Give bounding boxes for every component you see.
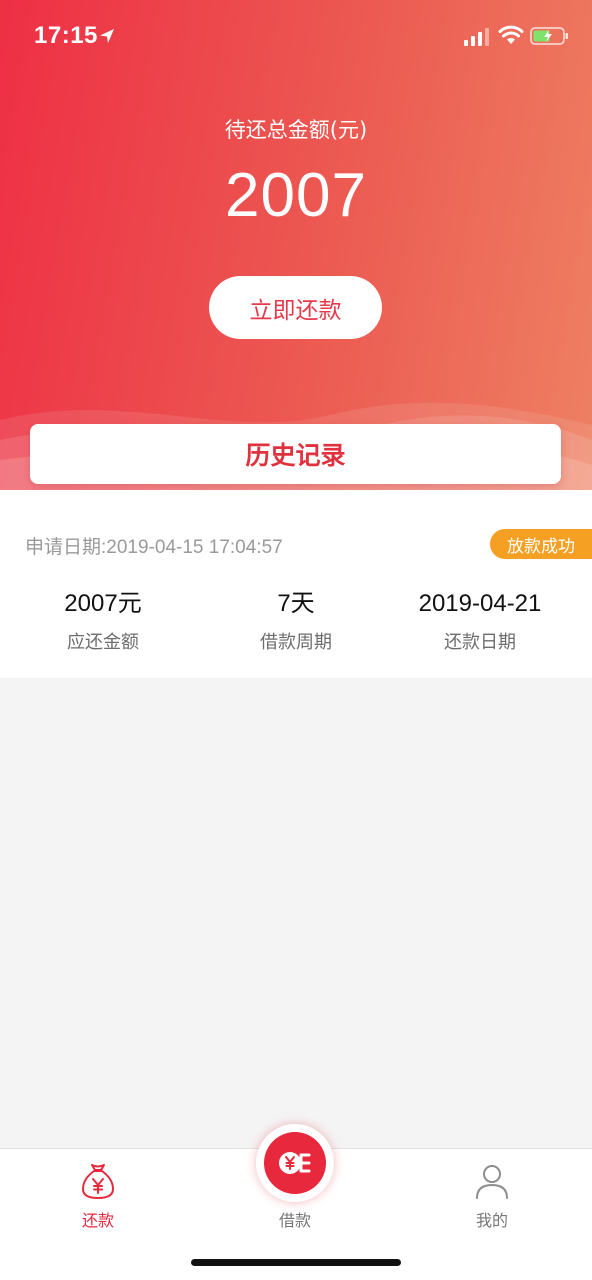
amount-due-label: 应还金额 [67, 632, 139, 653]
summary-header [0, 0, 592, 490]
apply-date-value: 2019-04-15 17:04:57 [106, 537, 283, 558]
status-time: 17:15 [34, 22, 98, 49]
tab-borrow-label: 借款 [278, 1211, 311, 1230]
tab-mine-label: 我的 [475, 1211, 508, 1230]
total-due-label: 待还总金额(元) [224, 118, 368, 142]
location-arrow-icon [100, 29, 114, 43]
apply-date: 申请日期:2019-04-15 17:04:57 [25, 532, 283, 559]
repay-date-value: 2019-04-21 [418, 590, 542, 617]
wifi-icon [498, 25, 524, 44]
repay-date-stat: 2019-04-21 还款日期 [380, 588, 580, 654]
home-indicator [191, 1259, 401, 1266]
loan-record-card[interactable]: 申请日期:2019-04-15 17:04:57 放款成功 2007元 应还金额… [0, 490, 592, 678]
money-bag-icon [82, 1164, 114, 1199]
tab-mine[interactable]: 我的 [427, 1149, 557, 1239]
signal-icon [464, 28, 489, 46]
loan-period-stat: 7天 借款周期 [196, 588, 396, 654]
loan-period-value: 7天 [277, 590, 315, 617]
coin-icon [279, 1152, 311, 1174]
amount-due-value: 2007元 [64, 590, 142, 617]
borrow-center-button[interactable] [264, 1132, 326, 1194]
repay-now-button[interactable]: 立即还款 [209, 276, 382, 339]
history-records-tab[interactable]: 历史记录 [30, 424, 561, 484]
status-badge: 放款成功 [490, 529, 592, 559]
amount-due-stat: 2007元 应还金额 [3, 588, 203, 654]
repay-date-label: 还款日期 [444, 632, 516, 653]
tab-repay[interactable]: 还款 [33, 1149, 163, 1239]
battery-charging-icon [530, 27, 568, 45]
tab-repay-label: 还款 [81, 1211, 114, 1230]
status-bar: 17:15 [0, 0, 592, 72]
user-icon [476, 1165, 508, 1199]
apply-date-label: 申请日期: [25, 537, 107, 558]
total-due-amount: 2007 [225, 161, 367, 230]
loan-period-label: 借款周期 [260, 632, 332, 653]
